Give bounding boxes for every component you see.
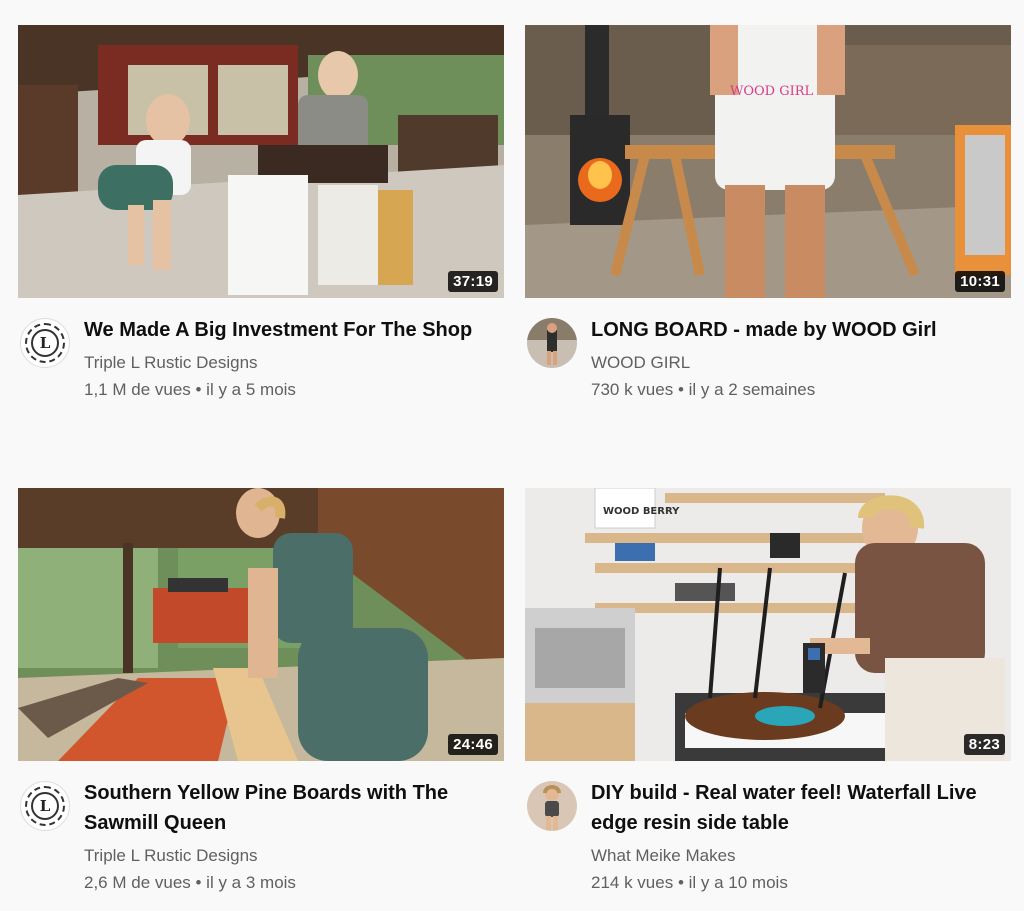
triple-l-logo-icon[interactable]: L <box>20 318 70 368</box>
channel-name[interactable]: What Meike Makes <box>591 842 1011 869</box>
video-duration: 8:23 <box>963 734 1005 755</box>
resin-table-thumbnail-image: WOOD BERRY <box>525 488 1011 761</box>
video-stats: 1,1 M de vues • il y a 5 mois <box>84 380 296 399</box>
wood-berry-sign-text: WOOD BERRY <box>603 506 680 517</box>
channel-name[interactable]: Triple L Rustic Designs <box>84 842 504 869</box>
video-title[interactable]: DIY build - Real water feel! Waterfall L… <box>591 778 1011 838</box>
video-thumbnail[interactable]: WOOD GIRL 10:31 <box>525 25 1011 298</box>
workshop-thumbnail-image <box>18 25 504 298</box>
video-duration: 10:31 <box>955 271 1005 292</box>
video-title[interactable]: LONG BOARD - made by WOOD Girl <box>591 315 1011 345</box>
video-card[interactable]: 24:46 L Southern Yellow Pine Boards with… <box>18 488 504 896</box>
video-card[interactable]: 37:19 L We Made A Big Investment For The… <box>18 25 504 403</box>
video-card[interactable]: WOOD BERRY 8:23 DIY build - Real water f… <box>525 488 1011 896</box>
video-title[interactable]: Southern Yellow Pine Boards with The Saw… <box>84 778 504 838</box>
shirt-logo-text: WOOD GIRL <box>730 84 814 99</box>
channel-name[interactable]: WOOD GIRL <box>591 349 1011 376</box>
video-card[interactable]: WOOD GIRL 10:31 LONG BOARD - made by WOO… <box>525 25 1011 403</box>
video-thumbnail[interactable]: WOOD BERRY 8:23 <box>525 488 1011 761</box>
sawmill-thumbnail-image <box>18 488 504 761</box>
channel-name[interactable]: Triple L Rustic Designs <box>84 349 504 376</box>
wood-girl-thumbnail-image: WOOD GIRL <box>525 25 1011 298</box>
video-stats: 2,6 M de vues • il y a 3 mois <box>84 873 296 892</box>
video-stats: 214 k vues • il y a 10 mois <box>591 873 788 892</box>
video-thumbnail[interactable]: 24:46 <box>18 488 504 761</box>
what-meike-makes-avatar[interactable] <box>527 781 577 831</box>
video-duration: 24:46 <box>448 734 498 755</box>
video-title[interactable]: We Made A Big Investment For The Shop <box>84 315 504 345</box>
video-duration: 37:19 <box>448 271 498 292</box>
triple-l-logo-icon[interactable]: L <box>20 781 70 831</box>
video-stats: 730 k vues • il y a 2 semaines <box>591 380 816 399</box>
wood-girl-avatar[interactable] <box>527 318 577 368</box>
video-thumbnail[interactable]: 37:19 <box>18 25 504 298</box>
